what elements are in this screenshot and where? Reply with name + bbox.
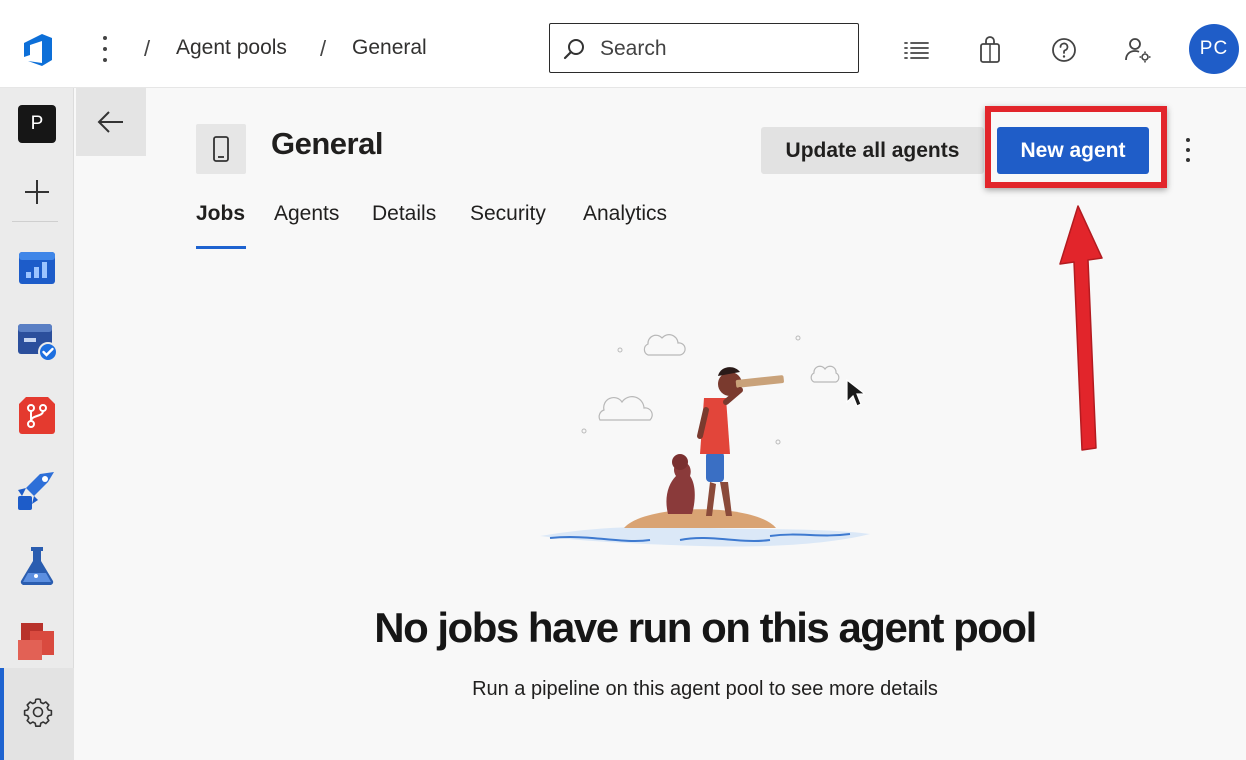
more-vertical-icon[interactable] — [96, 34, 114, 64]
azure-devops-logo-icon[interactable] — [18, 30, 56, 68]
empty-state-title: No jobs have run on this agent pool — [374, 604, 1037, 651]
tab-jobs[interactable]: Jobs — [196, 202, 245, 226]
breadcrumb-separator: / — [144, 36, 151, 61]
tab-agents[interactable]: Agents — [274, 202, 339, 226]
user-avatar[interactable]: PC — [1189, 24, 1239, 74]
tab-details[interactable]: Details — [372, 202, 436, 226]
rail-divider — [12, 221, 58, 222]
update-all-agents-button[interactable]: Update all agents — [761, 127, 984, 174]
help-icon[interactable] — [1050, 36, 1078, 64]
marketplace-bag-icon[interactable] — [976, 36, 1004, 64]
agent-pool-icon-box — [196, 124, 246, 174]
user-settings-icon[interactable] — [1124, 36, 1152, 64]
boards-icon[interactable] — [14, 318, 60, 364]
back-button[interactable] — [76, 88, 146, 156]
arrow-left-icon — [97, 111, 123, 133]
empty-state-subtitle: Run a pipeline on this agent pool to see… — [472, 678, 938, 700]
project-badge[interactable]: P — [18, 105, 56, 143]
add-icon[interactable] — [14, 169, 60, 215]
tab-analytics[interactable]: Analytics — [583, 202, 667, 226]
breadcrumb-separator: / — [320, 36, 327, 61]
top-bar: / Agent pools / General Search PC — [0, 0, 1246, 88]
more-actions-icon[interactable] — [1178, 135, 1198, 165]
search-placeholder: Search — [600, 37, 667, 60]
breadcrumb-general[interactable]: General — [352, 36, 427, 60]
test-plans-icon[interactable] — [14, 543, 60, 589]
search-box[interactable]: Search — [549, 23, 859, 73]
breadcrumb-agent-pools[interactable]: Agent pools — [176, 36, 287, 60]
page-title: General — [271, 126, 383, 161]
active-tab-indicator — [196, 246, 246, 249]
mouse-cursor-icon — [846, 378, 865, 407]
pipelines-icon[interactable] — [14, 468, 60, 514]
overview-icon[interactable] — [14, 245, 60, 291]
task-list-icon[interactable] — [902, 36, 930, 64]
annotation-arrow-icon — [1059, 205, 1103, 451]
search-icon — [563, 39, 584, 60]
annotation-highlight-box — [985, 106, 1167, 188]
tab-security[interactable]: Security — [470, 202, 546, 226]
repos-icon[interactable] — [14, 393, 60, 439]
device-phone-icon — [213, 136, 229, 162]
empty-state-illustration — [540, 334, 870, 547]
left-navigation-rail: P — [0, 88, 74, 760]
